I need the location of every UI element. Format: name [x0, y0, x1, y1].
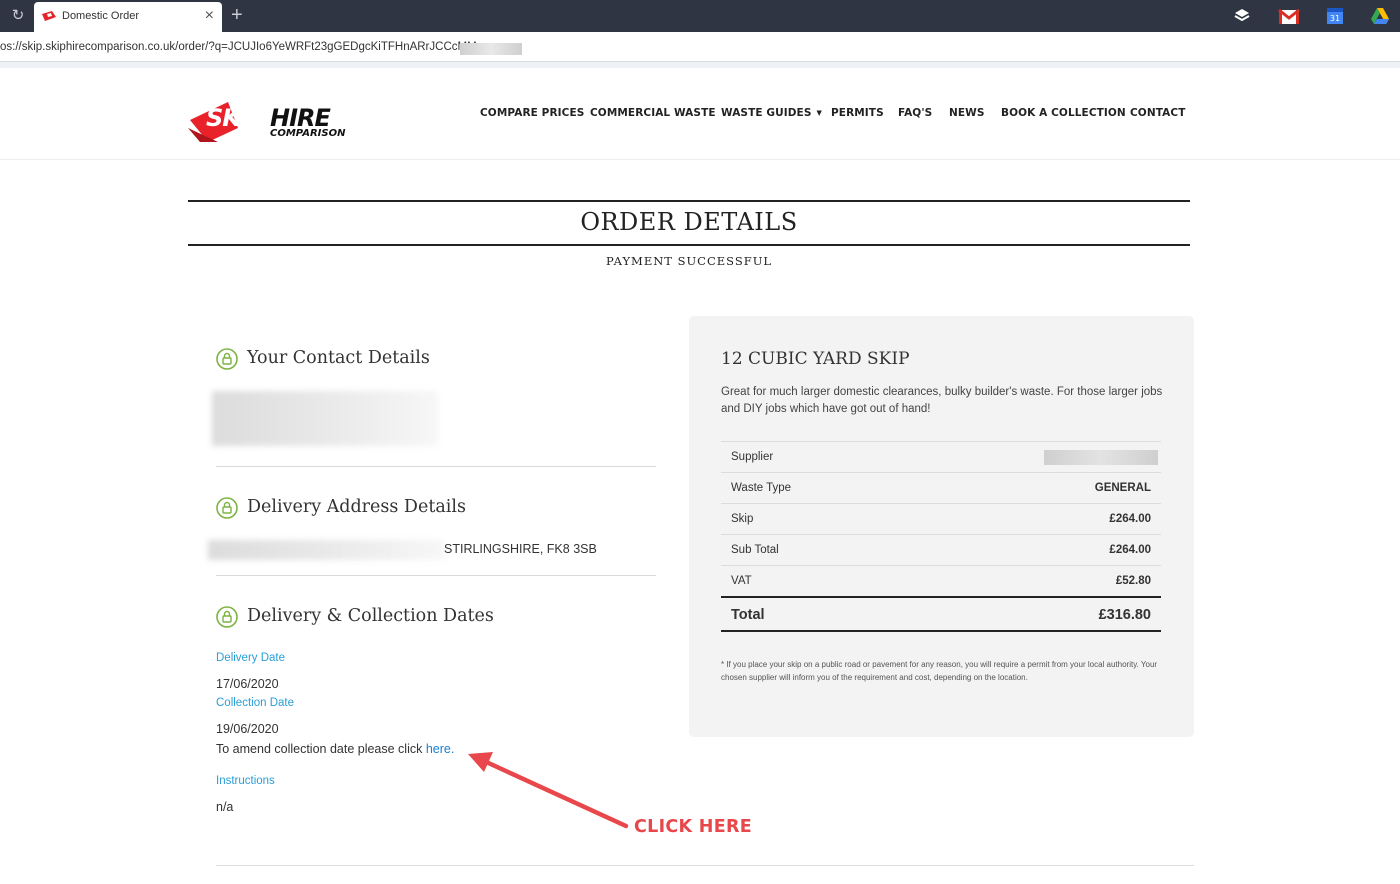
new-tab-icon[interactable]: + [231, 4, 243, 26]
payment-status: PAYMENT SUCCESSFUL [605, 254, 773, 268]
skiphire-favicon-icon [42, 11, 56, 21]
price-row-vat: VAT £52.80 [721, 565, 1161, 596]
amend-collection-prompt: To amend collection date please click [216, 742, 426, 756]
svg-text:31: 31 [1330, 14, 1340, 23]
amend-collection-link[interactable]: here. [426, 742, 455, 756]
svg-text:COMPARISON: COMPARISON [270, 128, 346, 139]
collection-date-value: 19/06/2020 [216, 722, 279, 736]
total-label: Total [731, 607, 765, 623]
reload-icon[interactable]: ↻ [10, 8, 26, 24]
address-bar[interactable]: os://skip.skiphirecomparison.co.uk/order… [0, 32, 1400, 62]
nav-waste-guides[interactable]: WASTE GUIDES ▼ [721, 107, 822, 119]
skip-summary-card: 12 CUBIC YARD SKIP Great for much larger… [689, 316, 1194, 737]
price-label: Supplier [731, 451, 774, 463]
lock-icon [216, 348, 238, 370]
calendar-icon[interactable]: 31 [1325, 6, 1345, 26]
total-value: £316.80 [1098, 607, 1151, 623]
nav-book-a-collection[interactable]: BOOK A COLLECTION [1001, 107, 1126, 119]
nav-faqs[interactable]: FAQ'S [898, 107, 932, 119]
contact-details-title: Your Contact Details [247, 348, 430, 368]
url-text[interactable]: os://skip.skiphirecomparison.co.uk/order… [0, 41, 477, 53]
price-label: Sub Total [731, 544, 779, 556]
nav-waste-guides-label: WASTE GUIDES [721, 107, 812, 119]
svg-text:SKIP: SKIP [206, 104, 266, 132]
permit-note: * If you place your skip on a public roa… [721, 660, 1158, 682]
skip-description: Great for much larger domestic clearance… [721, 386, 1163, 415]
price-table: Supplier Waste Type GENERAL Skip £264.00… [721, 441, 1161, 632]
gmail-icon[interactable] [1278, 6, 1300, 26]
skiphire-logo[interactable]: SKIP HIRE COMPARISON [188, 98, 366, 142]
browser-tab-bar: ↻ Domestic Order × + 31 [0, 0, 1400, 32]
price-row-total: Total £316.80 [721, 596, 1161, 632]
nav-news[interactable]: NEWS [949, 107, 985, 119]
lock-icon [216, 497, 238, 519]
instructions-label: Instructions [216, 775, 275, 787]
delivery-date-label: Delivery Date [216, 652, 286, 664]
price-value: £264.00 [1109, 544, 1151, 556]
instructions-value: n/a [216, 800, 234, 814]
click-here-annotation: CLICK HERE [634, 817, 753, 837]
tab-close-icon[interactable]: × [205, 7, 214, 25]
supplier-redacted [1044, 450, 1158, 465]
nav-contact[interactable]: CONTACT [1130, 107, 1185, 119]
dates-title: Delivery & Collection Dates [247, 606, 494, 626]
price-row-waste-type: Waste Type GENERAL [721, 472, 1161, 503]
nav-permits[interactable]: PERMITS [831, 107, 884, 119]
section-divider [216, 466, 656, 467]
collection-date-label: Collection Date [216, 697, 294, 709]
heading-rule-bottom [188, 244, 1190, 246]
lock-icon [216, 606, 238, 628]
url-redacted [460, 43, 522, 55]
contact-details-redacted [212, 391, 438, 446]
nav-compare-prices[interactable]: COMPARE PRICES [480, 107, 584, 119]
tab-title: Domestic Order [62, 10, 140, 22]
section-divider [216, 575, 656, 576]
price-row-skip: Skip £264.00 [721, 503, 1161, 534]
price-label: Skip [731, 513, 754, 525]
price-value: £264.00 [1109, 513, 1151, 525]
address-redacted [208, 540, 444, 560]
delivery-date-value: 17/06/2020 [216, 677, 279, 691]
price-row-subtotal: Sub Total £264.00 [721, 534, 1161, 565]
page-title: ORDER DETAILS [580, 208, 798, 236]
layers-extension-icon[interactable] [1232, 6, 1252, 26]
google-drive-icon[interactable] [1370, 6, 1390, 26]
skip-title: 12 CUBIC YARD SKIP [721, 349, 910, 369]
caret-down-icon: ▼ [816, 109, 822, 117]
heading-rule-top [188, 200, 1190, 202]
price-label: VAT [731, 575, 752, 587]
page-divider [216, 865, 1194, 866]
nav-commercial-waste[interactable]: COMMERCIAL WASTE [590, 107, 716, 119]
site-header: SKIP HIRE COMPARISON COMPARE PRICES COMM… [0, 68, 1400, 160]
browser-tab[interactable]: Domestic Order × [34, 2, 222, 32]
price-value: GENERAL [1094, 482, 1151, 494]
price-value: £52.80 [1115, 575, 1151, 587]
amend-collection-text: To amend collection date please click he… [216, 742, 454, 756]
price-label: Waste Type [731, 482, 792, 494]
delivery-address-title: Delivery Address Details [247, 497, 466, 517]
price-row-supplier: Supplier [721, 441, 1161, 472]
delivery-address-text: STIRLINGSHIRE, FK8 3SB [444, 542, 597, 556]
